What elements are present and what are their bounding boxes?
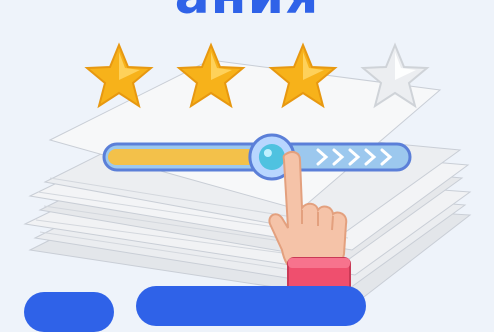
star-icon[interactable] bbox=[84, 42, 154, 112]
star-icon[interactable] bbox=[176, 42, 246, 112]
rating-illustration: ания bbox=[0, 0, 494, 332]
pointing-hand-icon bbox=[268, 151, 351, 296]
star-icon[interactable] bbox=[360, 42, 430, 112]
badge-right bbox=[136, 286, 366, 326]
star-icon[interactable] bbox=[268, 42, 338, 112]
badge-left bbox=[24, 292, 114, 332]
star-rating[interactable] bbox=[84, 42, 434, 112]
